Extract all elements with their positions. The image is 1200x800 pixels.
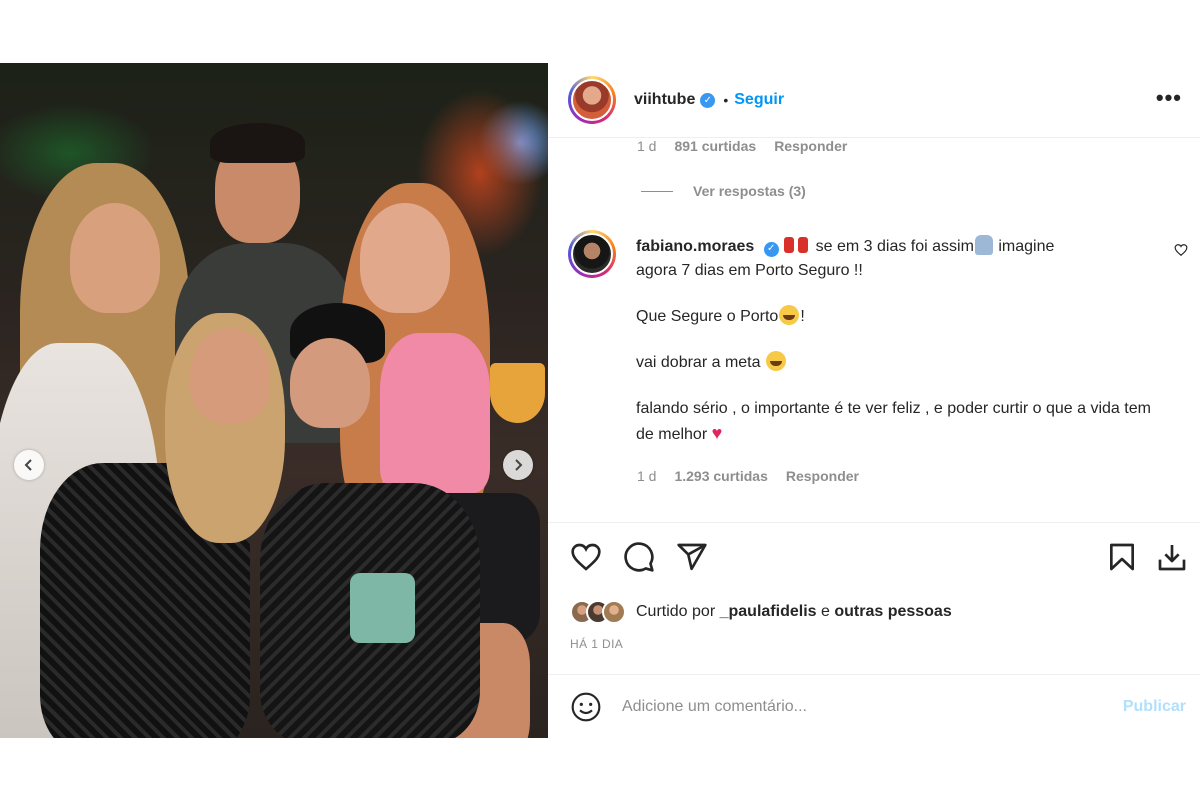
carousel-next-button[interactable] — [503, 450, 533, 480]
post-timestamp[interactable]: HÁ 1 DIA — [570, 637, 623, 651]
add-comment-bar: Publicar — [548, 674, 1200, 738]
photo-figure — [360, 203, 450, 313]
photo-figure — [350, 573, 415, 643]
comment-text-para2-end: ! — [800, 308, 805, 325]
comment-text-line2: agora 7 dias em Porto Seguro !! — [636, 262, 863, 279]
comment-time: 1 d — [637, 138, 657, 154]
reply-button[interactable]: Responder — [786, 468, 859, 484]
comment-likes[interactable]: 891 curtidas — [674, 138, 756, 154]
post-panel: viihtube ✓ • Seguir ••• 1 d 891 curtidas… — [548, 63, 1200, 738]
comment-input[interactable] — [622, 697, 1123, 716]
post-username[interactable]: viihtube — [634, 91, 695, 109]
liked-by-avatars[interactable] — [570, 600, 626, 624]
photo-figure — [210, 123, 305, 163]
share-icon[interactable] — [676, 541, 708, 573]
bookmark-icon[interactable] — [1106, 541, 1138, 573]
comment-text-line1a: se em 3 dias foi assim — [815, 238, 974, 255]
heart-icon[interactable] — [570, 541, 602, 573]
comment-avatar[interactable] — [568, 230, 616, 278]
comment-username[interactable]: fabiano.moraes — [636, 238, 754, 255]
fire-extinguisher-emoji-icon — [784, 237, 795, 253]
photo-figure — [290, 338, 370, 428]
action-bar — [548, 522, 1200, 602]
comment-time: 1 d — [637, 468, 657, 484]
photo-figure — [380, 333, 490, 493]
chevron-right-icon — [515, 459, 523, 471]
comments-list[interactable]: 1 d 891 curtidas Responder Ver respostas… — [548, 138, 1200, 522]
view-replies-label: Ver respostas (3) — [693, 183, 806, 199]
previous-comment-meta: 1 d 891 curtidas Responder — [637, 138, 847, 154]
laughing-emoji-icon — [765, 351, 786, 371]
publish-button[interactable]: Publicar — [1123, 698, 1186, 716]
post-header: viihtube ✓ • Seguir ••• — [548, 63, 1200, 138]
verified-badge-icon: ✓ — [763, 241, 779, 257]
reply-button[interactable]: Responder — [774, 138, 847, 154]
verified-badge-icon: ✓ — [700, 92, 716, 108]
download-icon[interactable] — [1156, 541, 1188, 573]
comment-text-line1b: imagine — [998, 238, 1055, 255]
liked-by-connector: e — [820, 603, 830, 620]
photo-figure — [70, 203, 160, 313]
liked-by-user[interactable]: _paulafidelis — [720, 603, 817, 621]
fire-extinguisher-emoji-icon — [798, 237, 809, 253]
liked-by: Curtido por _paulafidelis e outras pesso… — [570, 600, 952, 624]
liked-by-others[interactable]: outras pessoas — [834, 603, 951, 621]
more-options-icon[interactable]: ••• — [1156, 85, 1182, 111]
comment-meta: 1 d 1.293 curtidas Responder — [637, 468, 859, 484]
follow-button[interactable]: Seguir — [734, 91, 784, 109]
liked-by-prefix: Curtido por — [636, 603, 716, 620]
carousel-prev-button[interactable] — [14, 450, 44, 480]
avatar — [602, 600, 626, 624]
comment-text-para2: Que Segure o Porto — [636, 308, 779, 325]
laughing-emoji-icon — [779, 305, 800, 325]
photo-figure — [490, 363, 545, 423]
chevron-left-icon — [24, 459, 32, 471]
comment-body: fabiano.moraes ✓ se em 3 dias foi assim … — [636, 235, 1156, 447]
comment-icon[interactable] — [623, 541, 655, 573]
comment-like-heart-icon[interactable] — [1174, 243, 1188, 257]
comment-text-para3: vai dobrar a meta — [636, 354, 761, 371]
red-heart-emoji-icon: ♥ — [711, 423, 723, 443]
person-emoji-icon — [974, 235, 993, 255]
comment-likes[interactable]: 1.293 curtidas — [674, 468, 767, 484]
post-photo[interactable] — [0, 63, 548, 738]
view-replies-button[interactable]: Ver respostas (3) — [641, 183, 806, 199]
photo-figure — [190, 328, 270, 423]
divider — [641, 190, 673, 192]
separator: • — [723, 92, 729, 108]
emoji-icon[interactable] — [570, 691, 602, 723]
avatar[interactable] — [568, 76, 616, 124]
